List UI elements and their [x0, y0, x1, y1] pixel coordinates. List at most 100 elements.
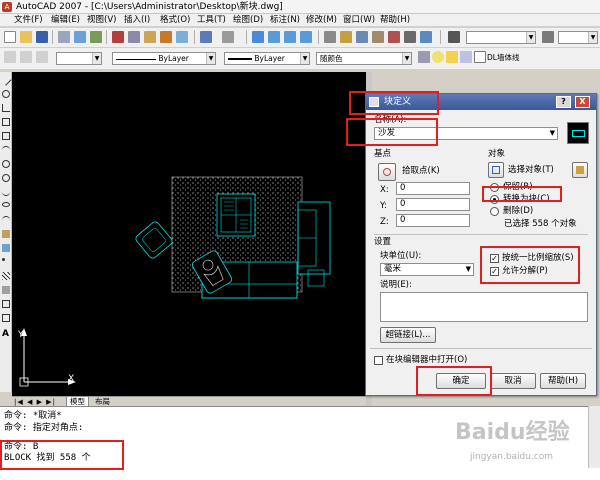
dialog-help-button[interactable]: ?: [556, 96, 571, 108]
lineweight-sample: [228, 58, 252, 60]
menu-window[interactable]: 窗口(W): [343, 14, 375, 27]
make-block-icon[interactable]: [2, 244, 10, 252]
polygon-icon[interactable]: [2, 118, 10, 126]
z-coordinate-input[interactable]: 0: [396, 214, 470, 227]
autocad-app-icon[interactable]: A: [2, 2, 12, 12]
delete-radio[interactable]: [490, 207, 499, 216]
zoom-window-icon[interactable]: [284, 31, 296, 43]
zoom-realtime-icon[interactable]: [268, 31, 280, 43]
gradient-icon[interactable]: [2, 286, 10, 294]
pick-point-label[interactable]: 拾取点(K): [402, 166, 440, 177]
menu-help[interactable]: 帮助(H): [380, 14, 410, 27]
dialog-close-button[interactable]: X: [575, 96, 590, 108]
hatch-icon[interactable]: [2, 272, 10, 280]
match-properties-icon[interactable]: [160, 31, 172, 43]
help-button[interactable]: 帮助(H): [540, 373, 586, 389]
select-objects-label[interactable]: 选择对象(T): [508, 165, 554, 176]
preview-icon[interactable]: [74, 31, 86, 43]
description-textarea[interactable]: [380, 292, 588, 322]
color-combo[interactable]: ▼: [56, 52, 102, 65]
help-icon[interactable]: [420, 31, 432, 43]
table-icon[interactable]: [2, 314, 10, 322]
spline-icon[interactable]: [2, 188, 10, 196]
command-scrollbar[interactable]: [588, 406, 600, 468]
y-coordinate-input[interactable]: 0: [396, 198, 470, 211]
ucs-x-label: X: [68, 374, 75, 384]
zoom-previous-icon[interactable]: [300, 31, 312, 43]
menu-draw[interactable]: 绘图(D): [233, 14, 263, 27]
quick-select-icon[interactable]: [572, 162, 588, 178]
revcloud-icon[interactable]: [2, 174, 10, 182]
layer-walk-icon[interactable]: [36, 51, 48, 63]
cut-icon[interactable]: [112, 31, 124, 43]
plot-color-combo[interactable]: 随颜色 ▼: [316, 52, 412, 65]
circle-icon[interactable]: [2, 160, 10, 168]
layer-manager-icon[interactable]: [418, 51, 430, 63]
menu-dimension[interactable]: 标注(N): [270, 14, 300, 27]
delete-label[interactable]: 删除(D): [503, 206, 533, 217]
block-editor-icon[interactable]: [176, 31, 188, 43]
menu-tools[interactable]: 工具(T): [197, 14, 226, 27]
insert-block-icon[interactable]: [2, 230, 10, 238]
dim-style-icon[interactable]: [542, 31, 554, 43]
redo-icon[interactable]: [222, 31, 234, 43]
copy-icon[interactable]: [128, 31, 140, 43]
menu-format[interactable]: 格式(O): [160, 14, 190, 27]
pick-point-icon[interactable]: [378, 163, 396, 181]
mtext-icon[interactable]: A: [2, 330, 10, 339]
annotation-box-convert: [482, 186, 562, 202]
select-objects-icon[interactable]: [488, 162, 504, 178]
point-icon[interactable]: [2, 258, 5, 261]
markup-icon[interactable]: [388, 31, 400, 43]
design-center-icon[interactable]: [340, 31, 352, 43]
sun-freeze-icon[interactable]: [446, 51, 458, 63]
publish-icon[interactable]: [90, 31, 102, 43]
block-unit-select[interactable]: 毫米 ▼: [380, 263, 474, 276]
print-icon[interactable]: [58, 31, 70, 43]
line-icon[interactable]: [0, 74, 12, 86]
layer-toggle-icon[interactable]: [4, 51, 16, 63]
undo-icon[interactable]: [200, 31, 212, 43]
paste-icon[interactable]: [144, 31, 156, 43]
menu-insert[interactable]: 插入(I): [124, 14, 150, 27]
rectangle-icon[interactable]: [2, 132, 10, 140]
cancel-button[interactable]: 取消: [490, 373, 536, 389]
calculator-icon[interactable]: [404, 31, 416, 43]
annotation-box-settings: [480, 246, 580, 284]
lock-icon[interactable]: [460, 51, 472, 63]
region-icon[interactable]: [2, 300, 10, 308]
menu-view[interactable]: 视图(V): [87, 14, 116, 27]
lightbulb-icon[interactable]: [432, 51, 444, 63]
layer-previous-icon[interactable]: [20, 51, 32, 63]
ellipse-arc-icon[interactable]: [2, 216, 10, 224]
tool-palettes-icon[interactable]: [356, 31, 368, 43]
layer-combo[interactable]: DL墙体线: [484, 52, 596, 65]
properties-icon[interactable]: [324, 31, 336, 43]
menu-file[interactable]: 文件(F): [14, 14, 43, 27]
arc-icon[interactable]: [2, 146, 10, 154]
linetype-combo[interactable]: ByLayer ▼: [112, 52, 216, 65]
text-style-icon[interactable]: [448, 31, 460, 43]
pan-icon[interactable]: [252, 31, 264, 43]
description-label: 说明(E):: [380, 280, 412, 290]
drawing-canvas[interactable]: Y X: [12, 72, 366, 396]
x-coordinate-input[interactable]: 0: [396, 182, 470, 195]
sheet-set-icon[interactable]: [372, 31, 384, 43]
dim-style-combo[interactable]: ▼: [558, 31, 598, 44]
xline-icon[interactable]: [2, 90, 10, 98]
save-icon[interactable]: [36, 31, 48, 43]
divider: [374, 234, 588, 235]
annotation-box-title: [349, 91, 439, 115]
text-style-combo[interactable]: ▼: [466, 31, 536, 44]
ellipse-icon[interactable]: [2, 202, 10, 207]
menu-edit[interactable]: 编辑(E): [51, 14, 80, 27]
tab-nav-arrows[interactable]: |◀ ◀ ▶ ▶|: [14, 398, 56, 406]
hyperlink-button[interactable]: 超链接(L)...: [380, 327, 436, 343]
open-icon[interactable]: [20, 31, 32, 43]
menu-modify[interactable]: 修改(M): [306, 14, 337, 27]
open-in-editor-label[interactable]: 在块编辑器中打开(O): [386, 355, 467, 366]
lineweight-combo[interactable]: ByLayer ▼: [224, 52, 310, 65]
polyline-icon[interactable]: [2, 104, 10, 112]
open-in-editor-checkbox[interactable]: [374, 356, 383, 365]
new-icon[interactable]: [4, 31, 16, 43]
